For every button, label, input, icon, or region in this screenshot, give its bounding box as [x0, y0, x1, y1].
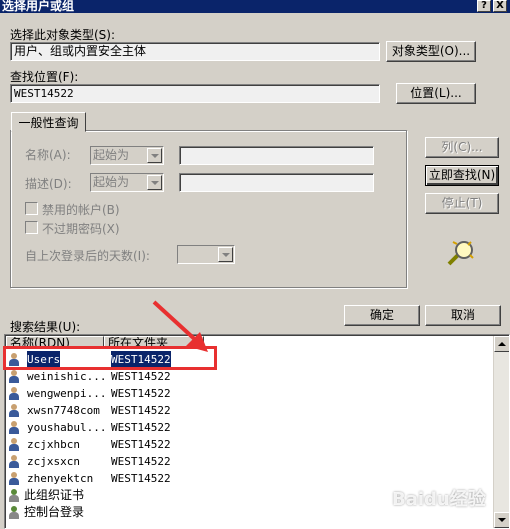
row-folder: WEST14522: [111, 472, 171, 485]
object-type-label: 选择此对象类型(S):: [10, 28, 116, 42]
description-match-value: 起始为: [93, 175, 130, 189]
chevron-down-icon: [147, 148, 162, 163]
row-name: zcjxhbcn: [27, 438, 80, 451]
cancel-button[interactable]: 取消: [425, 305, 501, 326]
row-folder: WEST14522: [111, 370, 171, 383]
row-name: 控制台登录: [24, 505, 85, 519]
window-title: 选择用户或组: [2, 0, 75, 13]
chevron-down-icon: [218, 247, 233, 262]
row-name: youshabul...: [27, 421, 107, 434]
help-button[interactable]: ?: [477, 0, 491, 12]
object-types-button[interactable]: 对象类型(O)...: [386, 41, 476, 62]
find-now-button[interactable]: 立即查找(N): [425, 165, 499, 186]
results-scrollbar[interactable]: [493, 336, 509, 528]
table-row[interactable]: weinishic... WEST14522: [5, 368, 493, 385]
watermark-logo: Baidu经验: [392, 489, 486, 510]
description-input[interactable]: [179, 173, 374, 192]
certificate-icon: [8, 489, 20, 503]
annotation-arrow-icon: [148, 298, 218, 358]
row-folder: WEST14522: [111, 404, 171, 417]
console-icon: [8, 506, 20, 520]
table-row[interactable]: xwsn7748com WEST14522: [5, 402, 493, 419]
tab-common-queries[interactable]: 一般性查询: [11, 112, 86, 132]
window-titlebar: 选择用户或组: [0, 0, 510, 13]
location-label: 查找位置(F):: [10, 70, 79, 84]
columns-button[interactable]: 列(C)...: [425, 137, 499, 158]
table-row[interactable]: zcjxhbcn WEST14522: [5, 436, 493, 453]
table-row[interactable]: zcjxsxcn WEST14522: [5, 453, 493, 470]
user-icon: [8, 404, 20, 418]
scroll-down-arrow-icon[interactable]: [494, 512, 509, 528]
table-row[interactable]: youshabul... WEST14522: [5, 419, 493, 436]
row-name: wengwenpi...: [27, 387, 107, 400]
description-label: 描述(D):: [25, 177, 72, 191]
row-name: weinishic...: [27, 370, 107, 383]
location-field: WEST14522: [10, 84, 380, 103]
user-icon: [8, 370, 20, 384]
row-name: 此组织证书: [24, 488, 85, 502]
user-icon: [8, 472, 20, 486]
row-folder: WEST14522: [111, 455, 171, 468]
search-results-label: 搜索结果(U):: [10, 320, 81, 334]
locations-button[interactable]: 位置(L)...: [396, 83, 476, 104]
user-icon: [8, 387, 20, 401]
row-name: xwsn7748com: [27, 404, 100, 417]
name-input[interactable]: [179, 146, 374, 165]
days-since-login-label: 自上次登录后的天数(I):: [25, 249, 150, 263]
row-folder: WEST14522: [111, 387, 171, 400]
days-since-login-combo[interactable]: [177, 245, 235, 264]
user-icon: [8, 421, 20, 435]
non-expiring-password-checkbox[interactable]: [25, 221, 38, 234]
chevron-down-icon: [147, 175, 162, 190]
table-row[interactable]: wengwenpi... WEST14522: [5, 385, 493, 402]
close-button[interactable]: X: [493, 0, 507, 12]
ok-button[interactable]: 确定: [344, 305, 420, 326]
row-folder: WEST14522: [111, 438, 171, 451]
user-icon: [8, 455, 20, 469]
scroll-up-arrow-icon[interactable]: [494, 336, 509, 352]
search-magnifier-icon: [443, 238, 479, 268]
non-expiring-password-label: 不过期密码(X): [42, 222, 120, 236]
row-folder: WEST14522: [111, 421, 171, 434]
user-icon: [8, 438, 20, 452]
disabled-accounts-label: 禁用的帐户(B): [42, 203, 120, 217]
row-name: zcjxsxcn: [27, 455, 80, 468]
stop-button[interactable]: 停止(T): [425, 193, 499, 214]
disabled-accounts-checkbox[interactable]: [25, 202, 38, 215]
name-label: 名称(A):: [25, 148, 71, 162]
description-match-combo[interactable]: 起始为: [90, 173, 164, 192]
row-name: zhenyektcn: [27, 472, 94, 485]
object-type-field: 用户、组或内置安全主体: [10, 42, 380, 61]
name-match-value: 起始为: [93, 148, 130, 162]
name-match-combo[interactable]: 起始为: [90, 146, 164, 165]
